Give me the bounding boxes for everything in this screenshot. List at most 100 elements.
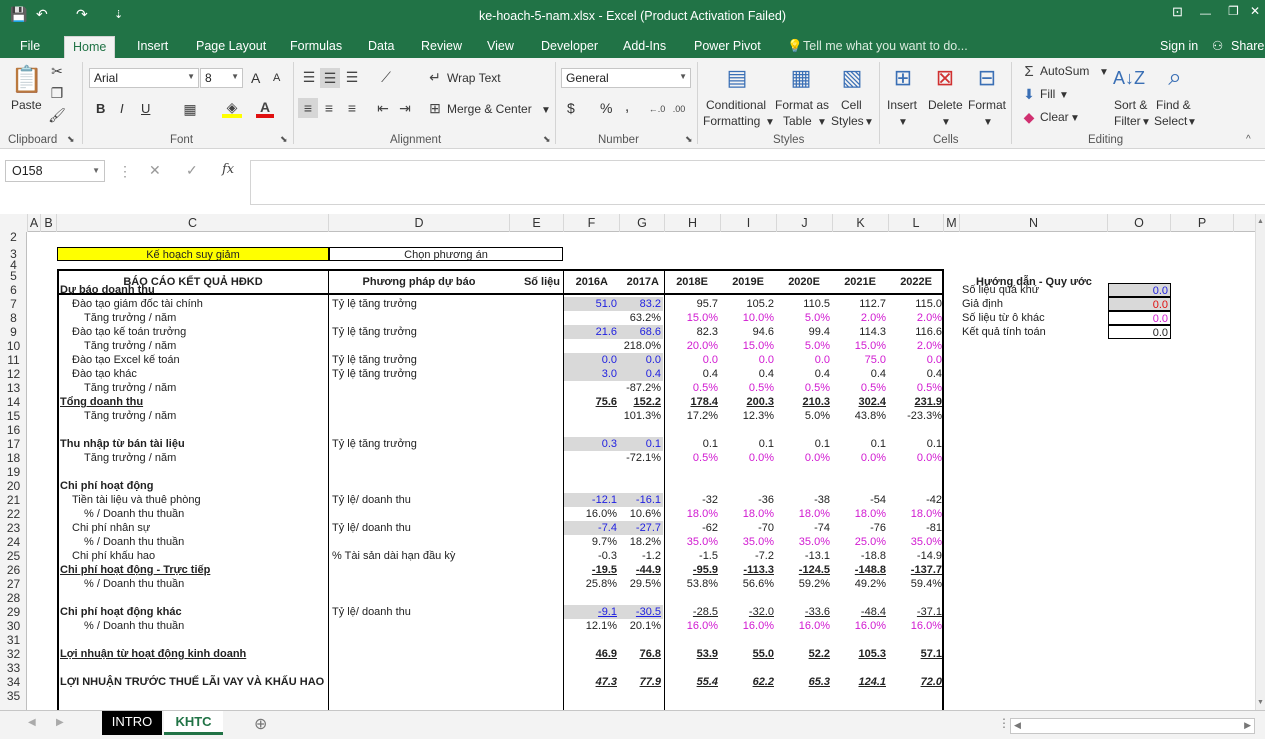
row-header[interactable]: 30 (0, 619, 27, 633)
scroll-up-icon[interactable]: ▲ (1257, 218, 1264, 225)
method-cell[interactable]: Tỷ lệ/ doanh thu (330, 605, 510, 619)
value-2016[interactable]: -12.1 (564, 493, 619, 507)
collapse-ribbon-icon[interactable]: ^ (1246, 134, 1251, 145)
value-forecast[interactable]: 15.0% (721, 339, 776, 353)
row-header[interactable]: 16 (0, 423, 27, 437)
row-header[interactable]: 22 (0, 507, 27, 521)
tab-page-layout[interactable]: Page Layout (196, 36, 266, 58)
row-header[interactable]: 5 (0, 269, 27, 283)
value-forecast[interactable]: 0.1 (889, 437, 944, 451)
row-label[interactable]: Đào tạo giám đốc tài chính (70, 297, 328, 311)
legend-swatch[interactable]: 0.0 (1108, 311, 1171, 325)
value-forecast[interactable]: 231.9 (889, 395, 944, 409)
value-forecast[interactable]: 57.1 (889, 647, 944, 661)
chevron-down-icon[interactable]: ▼ (1070, 113, 1080, 124)
value-forecast[interactable]: 200.3 (721, 395, 776, 409)
tab-review[interactable]: Review (421, 36, 462, 58)
sort-filter-label-2[interactable]: Filter (1114, 114, 1141, 128)
align-center-icon[interactable]: ≡ (320, 98, 338, 118)
chevron-down-icon[interactable]: ▼ (1059, 90, 1069, 101)
share-button[interactable]: Share (1231, 36, 1264, 58)
row-header[interactable]: 7 (0, 297, 27, 311)
tab-data[interactable]: Data (368, 36, 394, 58)
value-forecast[interactable]: -76 (833, 521, 888, 535)
scroll-left-icon[interactable]: ◀ (1014, 720, 1021, 731)
tell-me-box[interactable]: Tell me what you want to do... (803, 36, 968, 58)
value-forecast[interactable]: 18.0% (665, 507, 720, 521)
row-label[interactable]: Tăng trưởng / năm (82, 451, 328, 465)
row-label[interactable]: Tổng doanh thu (58, 395, 328, 409)
value-forecast[interactable]: 35.0% (721, 535, 776, 549)
row-header[interactable]: 20 (0, 479, 27, 493)
format-as-table-icon[interactable]: ▦ (786, 62, 816, 94)
insert-cells-button[interactable]: Insert (887, 98, 917, 112)
format-cells-icon[interactable]: ⊟ (972, 62, 1002, 94)
value-forecast[interactable]: 0.4 (665, 367, 720, 381)
row-header[interactable]: 28 (0, 591, 27, 605)
value-forecast[interactable]: -36 (721, 493, 776, 507)
column-header[interactable]: H (665, 214, 721, 232)
row-label[interactable]: Thu nhập từ bán tài liệu (58, 437, 328, 451)
column-header[interactable]: A (28, 214, 41, 232)
value-forecast[interactable]: -37.1 (889, 605, 944, 619)
value-forecast[interactable]: 0.0% (721, 451, 776, 465)
value-forecast[interactable]: -14.9 (889, 549, 944, 563)
merge-center-button[interactable]: Merge & Center (447, 102, 532, 116)
row-label[interactable]: Chi phí hoạt động (58, 479, 328, 493)
value-forecast[interactable]: 0.5% (889, 381, 944, 395)
value-2017[interactable]: 77.9 (619, 675, 663, 689)
column-header[interactable]: I (721, 214, 777, 232)
name-box[interactable]: O158 ▼ (5, 160, 105, 182)
column-header[interactable]: O (1108, 214, 1171, 232)
shrink-font-button[interactable]: A (273, 72, 280, 84)
row-label[interactable]: % / Doanh thu thuần (82, 507, 328, 521)
maximize-icon[interactable]: ❐ (1228, 4, 1239, 18)
row-header[interactable]: 21 (0, 493, 27, 507)
value-2016[interactable]: 3.0 (564, 367, 619, 381)
value-2017[interactable]: -16.1 (619, 493, 663, 507)
autosum-button[interactable]: AutoSum (1040, 64, 1089, 78)
value-2017[interactable]: -87.2% (619, 381, 663, 395)
grow-font-button[interactable]: A (251, 70, 260, 86)
value-forecast[interactable]: 0.4 (889, 367, 944, 381)
row-label[interactable]: Đào tạo Excel kế toán (70, 353, 328, 367)
row-label[interactable]: Chi phí nhân sự (70, 521, 328, 535)
value-forecast[interactable]: 43.8% (833, 409, 888, 423)
value-forecast[interactable]: 0.1 (665, 437, 720, 451)
value-forecast[interactable]: -137.7 (889, 563, 944, 577)
value-2017[interactable]: 68.6 (619, 325, 663, 339)
value-forecast[interactable]: 5.0% (777, 311, 832, 325)
column-header[interactable]: B (41, 214, 57, 232)
number-format-combo[interactable]: General ▼ (561, 68, 691, 88)
close-icon[interactable]: ✕ (1250, 4, 1260, 18)
method-cell[interactable]: Tỷ lệ tăng trưởng (330, 367, 510, 381)
value-2017[interactable]: 63.2% (619, 311, 663, 325)
value-2016[interactable]: -19.5 (564, 563, 619, 577)
value-2016[interactable]: -7.4 (564, 521, 619, 535)
value-forecast[interactable]: 72.0 (889, 675, 944, 689)
currency-button[interactable]: $ (567, 100, 575, 116)
formula-input[interactable] (250, 160, 1265, 205)
bold-button[interactable]: B (96, 101, 105, 116)
value-forecast[interactable]: 35.0% (665, 535, 720, 549)
row-header[interactable]: 34 (0, 675, 27, 689)
value-forecast[interactable]: 18.0% (833, 507, 888, 521)
legend-label[interactable]: Giả định (960, 297, 1108, 311)
row-label[interactable]: % / Doanh thu thuần (82, 535, 328, 549)
value-forecast[interactable]: 0.0% (833, 451, 888, 465)
row-header[interactable]: 29 (0, 605, 27, 619)
clear-button[interactable]: Clear (1040, 110, 1069, 124)
delete-cells-button[interactable]: Delete (928, 98, 963, 112)
row-label[interactable]: Tăng trưởng / năm (82, 409, 328, 423)
row-header[interactable]: 4 (0, 259, 27, 271)
next-sheet-icon[interactable]: ▶ (56, 717, 64, 728)
value-forecast[interactable]: -7.2 (721, 549, 776, 563)
find-select-icon[interactable]: ⌕ (1160, 62, 1190, 94)
enter-icon[interactable]: ✓ (186, 162, 198, 179)
value-forecast[interactable]: -38 (777, 493, 832, 507)
tab-home[interactable]: Home (64, 36, 116, 58)
value-2017[interactable]: 101.3% (619, 409, 663, 423)
value-forecast[interactable]: 95.7 (665, 297, 720, 311)
value-forecast[interactable]: -28.5 (665, 605, 720, 619)
horizontal-scrollbar[interactable]: ◀ ▶ (1010, 718, 1255, 734)
